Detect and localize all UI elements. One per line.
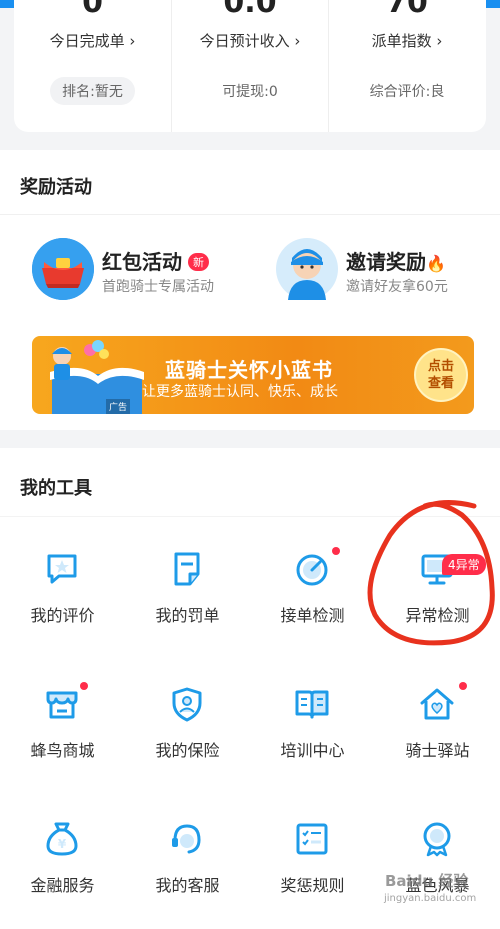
tool-customer-service[interactable]: 我的客服: [125, 820, 250, 929]
checklist-icon: [296, 823, 328, 855]
money-bag-icon: ¥: [46, 822, 78, 856]
activity-subtitle: 邀请好友拿60元: [346, 279, 448, 295]
tool-my-rating[interactable]: 我的评价: [0, 550, 125, 660]
stat-completed-orders[interactable]: 0 今日完成单 › 排名:暂无: [14, 0, 171, 132]
activity-subtitle: 首跑骑士专属活动: [102, 279, 214, 295]
headset-icon: [172, 824, 201, 854]
tool-my-ticket[interactable]: 我的罚单: [125, 550, 250, 660]
tool-label: 培训中心: [280, 741, 345, 760]
stat-value: 70: [386, 0, 428, 20]
abnormal-count-badge: 4异常: [442, 554, 486, 575]
new-badge: 新: [188, 253, 209, 271]
stat-sub: 综合评价:良: [369, 84, 445, 100]
section-title: 我的工具: [20, 478, 92, 499]
stat-dispatch-index[interactable]: 70 派单指数 › 综合评价:良: [328, 0, 485, 132]
stat-value: 0.0: [223, 0, 277, 20]
tool-rider-station[interactable]: 骑士驿站: [375, 682, 500, 795]
storm-badge-icon: [423, 822, 451, 857]
watermark-url: jingyan.baidu.com: [384, 893, 477, 904]
divider: [0, 516, 500, 517]
tool-label: 我的客服: [155, 876, 220, 895]
fire-icon: 🔥: [426, 254, 446, 273]
tool-order-check[interactable]: 接单检测: [250, 547, 375, 660]
stats-card: 0 今日完成单 › 排名:暂无 0.0 今日预计收入 › 可提现:0 70 派单…: [14, 0, 486, 132]
red-packet-icon: [32, 238, 94, 300]
banner-title: 蓝骑士关怀小蓝书: [165, 358, 333, 382]
activity-invite[interactable]: 邀请奖励🔥 邀请好友拿60元: [276, 238, 476, 302]
rating-icon: [47, 554, 77, 584]
divider: [0, 214, 500, 215]
button-line: 点击: [427, 359, 454, 374]
tool-label: 我的保险: [155, 741, 220, 760]
activity-title: 红包活动新: [102, 246, 209, 275]
tool-label: 金融服务: [30, 876, 95, 895]
book-icon: [295, 690, 329, 719]
rider-avatar-icon: [276, 238, 338, 300]
shop-icon: [46, 691, 78, 719]
tool-label: 异常检测: [405, 606, 470, 625]
notification-dot: [332, 547, 340, 555]
stat-expected-income[interactable]: 0.0 今日预计收入 › 可提现:0: [171, 0, 328, 132]
tool-financial-service[interactable]: ¥ 金融服务: [0, 820, 125, 929]
tool-fengniao-mall[interactable]: 蜂鸟商城: [0, 682, 125, 795]
tool-my-insurance[interactable]: 我的保险: [125, 685, 250, 795]
speedometer-icon: [296, 554, 328, 586]
svg-text:¥: ¥: [58, 837, 67, 851]
tool-label: 奖惩规则: [280, 876, 345, 895]
section-title: 奖励活动: [20, 177, 92, 198]
ticket-icon: [174, 552, 200, 586]
tool-reward-penalty-rules[interactable]: 奖惩规则: [250, 820, 375, 929]
notification-dot: [80, 682, 88, 690]
ad-tag: 广告: [106, 399, 131, 414]
promo-banner[interactable]: 蓝骑士关怀小蓝书 让更多蓝骑士认同、快乐、成长 点击 查看 广告: [32, 336, 474, 414]
stat-value: 0: [82, 0, 103, 20]
book-rider-illustration: [50, 340, 144, 414]
tool-label: 蜂鸟商城: [30, 741, 95, 760]
activity-red-packet[interactable]: 红包活动新 首跑骑士专属活动: [32, 238, 252, 302]
stat-label: 今日完成单 ›: [49, 32, 136, 50]
tool-label: 骑士驿站: [405, 741, 470, 760]
button-line: 查看: [427, 376, 454, 391]
tool-label: 我的评价: [30, 606, 95, 625]
notification-dot: [459, 682, 467, 690]
stat-label: 今日预计收入 ›: [199, 32, 301, 50]
tool-training-center[interactable]: 培训中心: [250, 685, 375, 795]
banner-subtitle: 让更多蓝骑士认同、快乐、成长: [142, 384, 338, 400]
baidu-watermark: Baidu 经验: [385, 872, 469, 890]
tool-label: 我的罚单: [155, 606, 220, 625]
stat-label: 派单指数 ›: [371, 32, 443, 50]
banner-view-button[interactable]: 点击 查看: [414, 348, 468, 402]
shield-user-icon: [172, 687, 202, 722]
stat-sub: 排名:暂无: [14, 77, 171, 105]
home-icon: [420, 688, 454, 720]
activity-title: 邀请奖励🔥: [346, 250, 446, 274]
stat-sub: 可提现:0: [222, 84, 278, 100]
tool-label: 接单检测: [280, 606, 345, 625]
